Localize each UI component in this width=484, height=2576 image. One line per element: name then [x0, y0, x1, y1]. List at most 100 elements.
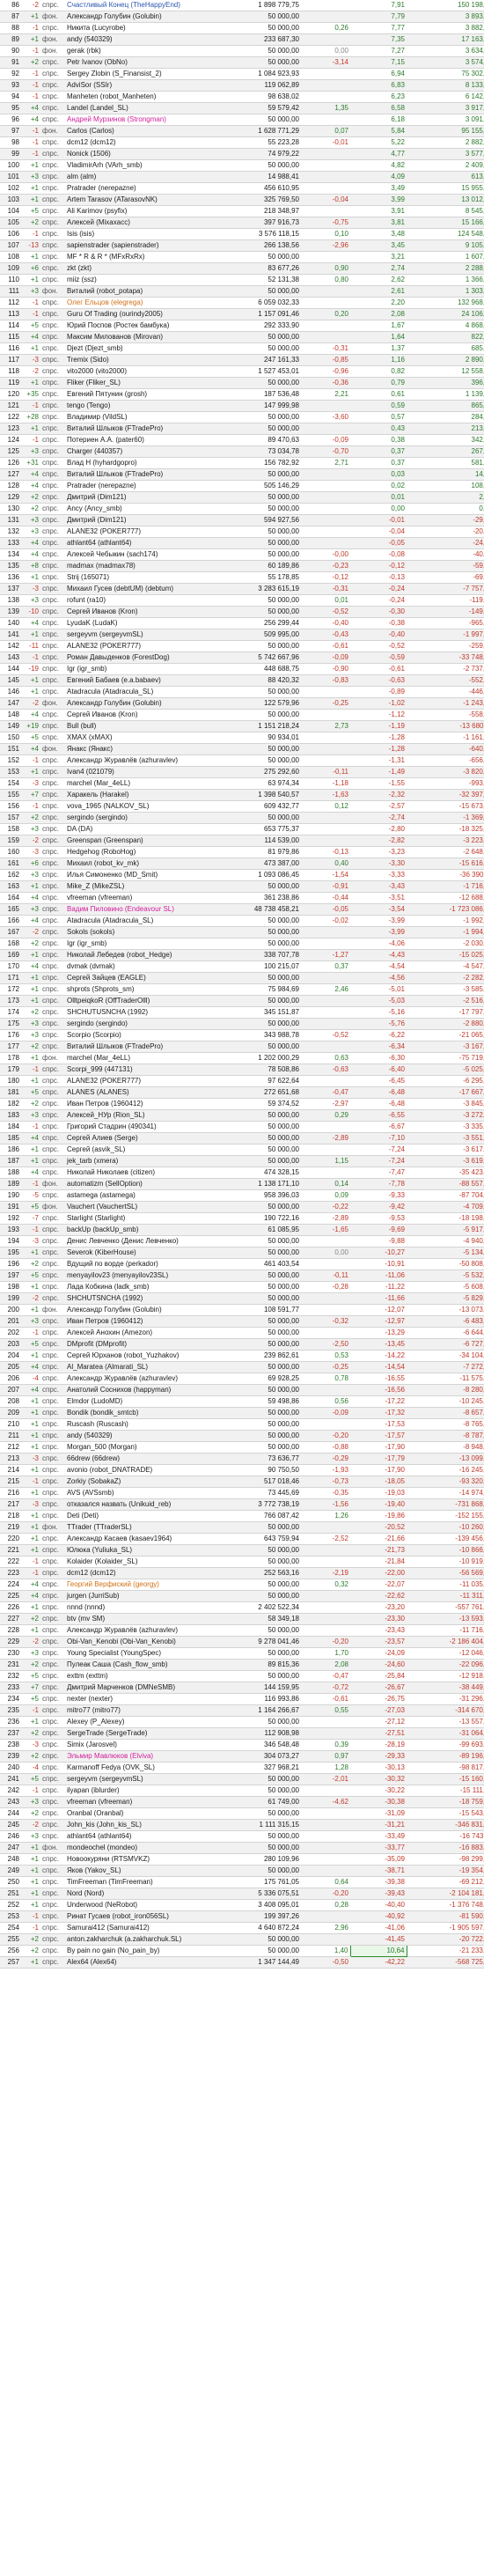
- cell-name[interactable]: Bondik (bondik_smtcb): [65, 1407, 216, 1419]
- cell-name[interactable]: Иван Петров (1960412): [65, 1098, 216, 1110]
- cell-name[interactable]: Igr (igr_smb): [65, 663, 216, 675]
- cell-name[interactable]: dcm12 (dcm12): [65, 1567, 216, 1579]
- cell-name[interactable]: John_kis (John_kis_SL): [65, 1819, 216, 1831]
- cell-name[interactable]: vova_1965 (NALKOV_SL): [65, 800, 216, 813]
- cell-name[interactable]: astamega (astamega): [65, 1189, 216, 1202]
- cell-name[interactable]: Евгений Пятунин (grosh): [65, 388, 216, 401]
- cell-name[interactable]: Deti (Deti): [65, 1510, 216, 1522]
- cell-name[interactable]: Сергей Иванов (Kron): [65, 709, 216, 721]
- cell-name[interactable]: Guru Of Trading (ourindy2005): [65, 308, 216, 320]
- cell-name[interactable]: exttm (exttm): [65, 1670, 216, 1682]
- cell-name[interactable]: Максим Милованов (Mirovan): [65, 331, 216, 343]
- cell-name[interactable]: jek_tarb (xmera): [65, 1155, 216, 1167]
- cell-name[interactable]: SHCHUTUSNCHA (1992): [65, 1006, 216, 1019]
- cell-name[interactable]: btv (mv SM): [65, 1613, 216, 1625]
- cell-name[interactable]: Underwood (NeRobot): [65, 1899, 216, 1911]
- cell-name[interactable]: Виталий Шлыков (FTradePro): [65, 423, 216, 435]
- cell-name[interactable]: Zorkiy (SobakaZ): [65, 1476, 216, 1488]
- cell-name[interactable]: Mike_Z (MikeZSL): [65, 880, 216, 893]
- cell-name[interactable]: Сергей Юрханов (robot_Yuzhakov): [65, 1350, 216, 1362]
- cell-name[interactable]: Анатолий Соснихов (happyman): [65, 1384, 216, 1396]
- cell-name[interactable]: DMprofit (DMprofit): [65, 1338, 216, 1351]
- cell-name[interactable]: Сергей Зайцев (EAGLE): [65, 972, 216, 984]
- cell-name[interactable]: shprots (Shprots_sm): [65, 983, 216, 996]
- cell-name[interactable]: dvmak (dvmak): [65, 960, 216, 973]
- cell-name[interactable]: Никита (Lucyrobe): [65, 22, 216, 34]
- cell-name[interactable]: TimFreeman (TimFreeman): [65, 1876, 216, 1888]
- cell-name[interactable]: sapienstrader (sapienstrader): [65, 239, 216, 252]
- cell-name[interactable]: LyudaK (LudaK): [65, 617, 216, 629]
- cell-name[interactable]: Евгений Бабаев (e.a.babaev): [65, 674, 216, 687]
- cell-name[interactable]: Юлюка (Yuliuka_SL): [65, 1544, 216, 1557]
- cell-name[interactable]: backUp (backUp_smb): [65, 1224, 216, 1236]
- cell-name[interactable]: Ruscash (Ruscash): [65, 1418, 216, 1431]
- cell-name[interactable]: 66drew (66drew): [65, 1453, 216, 1465]
- cell-name[interactable]: Счастливый Конец (TheHappyEnd): [65, 0, 216, 11]
- cell-name[interactable]: alm (alm): [65, 171, 216, 183]
- cell-name[interactable]: ALANES (ALANES): [65, 1086, 216, 1099]
- cell-name[interactable]: Igr (igr_smb): [65, 938, 216, 950]
- cell-name[interactable]: OlltpeiqkoR (OffTraderOlll): [65, 995, 216, 1007]
- cell-name[interactable]: vfreeman (vfreeman): [65, 892, 216, 904]
- cell-name[interactable]: Александр Журавлёв (azhuravlev): [65, 1624, 216, 1637]
- cell-name[interactable]: Юрий Поспов (Ростек бамбука): [65, 320, 216, 332]
- cell-name[interactable]: Samurai412 (Samurai412): [65, 1922, 216, 1934]
- cell-name[interactable]: madmax (madmax78): [65, 560, 216, 572]
- cell-name[interactable]: Isis (isis): [65, 228, 216, 240]
- cell-name[interactable]: Carlos (Carlos): [65, 125, 216, 137]
- cell-name[interactable]: Morgan_500 (Morgan): [65, 1441, 216, 1454]
- cell-name[interactable]: By pain no gain (No_pain_by): [65, 1945, 216, 1957]
- cell-name[interactable]: Greenspan (Greenspan): [65, 835, 216, 847]
- cell-name[interactable]: Александр Журавлёв (azhuravlev): [65, 754, 216, 767]
- cell-name[interactable]: jurgen (JurriSub): [65, 1590, 216, 1602]
- cell-name[interactable]: XMAX (xMAX): [65, 732, 216, 744]
- cell-name[interactable]: Starlight (Starlight): [65, 1212, 216, 1225]
- cell-name[interactable]: VladimirArh (VArh_smb): [65, 159, 216, 172]
- cell-name[interactable]: Elmdor (LudoMD): [65, 1395, 216, 1408]
- cell-name[interactable]: Вдущий по ворде (perkador): [65, 1258, 216, 1270]
- cell-name[interactable]: sergeyvm (sergeyvmSL): [65, 1773, 216, 1785]
- cell-name[interactable]: AdviSor (SSIr): [65, 79, 216, 92]
- cell-name[interactable]: Александр Голубин (Golubin): [65, 11, 216, 23]
- cell-name[interactable]: athlant64 (athlant64): [65, 537, 216, 549]
- cell-name[interactable]: Ancy (Ancy_smb): [65, 503, 216, 515]
- cell-name[interactable]: Эльмир Мавлюков (Elviva): [65, 1750, 216, 1763]
- cell-name[interactable]: Андрей Мурзинов (Strongman): [65, 114, 216, 126]
- cell-name[interactable]: Karmanoff Fedya (OVK_SL): [65, 1762, 216, 1774]
- cell-name[interactable]: TTrader (TTraderSL): [65, 1521, 216, 1534]
- cell-name[interactable]: Alex64 (Alex64): [65, 1956, 216, 1969]
- cell-name[interactable]: DA (DA): [65, 823, 216, 835]
- cell-name[interactable]: Strij (165071): [65, 571, 216, 584]
- cell-name[interactable]: AVS (AVSsmb): [65, 1487, 216, 1499]
- cell-name[interactable]: zkt (zkt): [65, 262, 216, 275]
- cell-name[interactable]: Djezt (Djezt_smb): [65, 342, 216, 355]
- cell-name[interactable]: Николай Николаев (citizen): [65, 1167, 216, 1179]
- cell-name[interactable]: Вадим Пиловино (Endeavour SL): [65, 903, 216, 916]
- cell-name[interactable]: Михаил Гусев (debtUM) (debtum): [65, 583, 216, 595]
- cell-name[interactable]: Сергей (asvik_SL): [65, 1144, 216, 1156]
- cell-name[interactable]: automatizm (SellOption): [65, 1178, 216, 1190]
- cell-name[interactable]: Сергей Иванов (Kron): [65, 606, 216, 618]
- cell-name[interactable]: anton.zakharchuk (a.zakharchuk.SL): [65, 1933, 216, 1946]
- cell-name[interactable]: Sergey Zlobin (S_Finansist_2): [65, 68, 216, 80]
- cell-name[interactable]: ilyapan (iblurder): [65, 1785, 216, 1797]
- cell-name[interactable]: Виталий (robot_potapa): [65, 285, 216, 298]
- cell-name[interactable]: nnnd (nnnd): [65, 1601, 216, 1614]
- cell-name[interactable]: Николай Лебедев (robot_Hedge): [65, 949, 216, 961]
- cell-name[interactable]: miiz (ssz): [65, 274, 216, 286]
- cell-name[interactable]: Олег Ельцов (elegrega): [65, 297, 216, 309]
- cell-name[interactable]: Sokols (sokols): [65, 926, 216, 938]
- cell-name[interactable]: Дмитрий (Dim121): [65, 491, 216, 504]
- cell-name[interactable]: Nord (Nord): [65, 1888, 216, 1900]
- cell-name[interactable]: Bull (bull): [65, 720, 216, 732]
- cell-name[interactable]: Виталий Шлыков (FTradePro): [65, 1041, 216, 1053]
- cell-name[interactable]: Scorpio (Scorpio): [65, 1029, 216, 1041]
- cell-name[interactable]: Artem Tarasov (ATarasovNK): [65, 194, 216, 206]
- cell-name[interactable]: SergeTrade (SergeTrade): [65, 1727, 216, 1740]
- cell-name[interactable]: Ринат Гусаев (robot_iron056SL): [65, 1910, 216, 1923]
- cell-name[interactable]: sergeyvm (sergeyvmSL): [65, 629, 216, 641]
- cell-name[interactable]: avonio (robot_DNATRADE): [65, 1464, 216, 1476]
- cell-name[interactable]: Nonick (1506): [65, 148, 216, 160]
- cell-name[interactable]: dcm12 (dcm12): [65, 136, 216, 149]
- cell-name[interactable]: Александр Журавлёв (azhuravlev): [65, 1373, 216, 1385]
